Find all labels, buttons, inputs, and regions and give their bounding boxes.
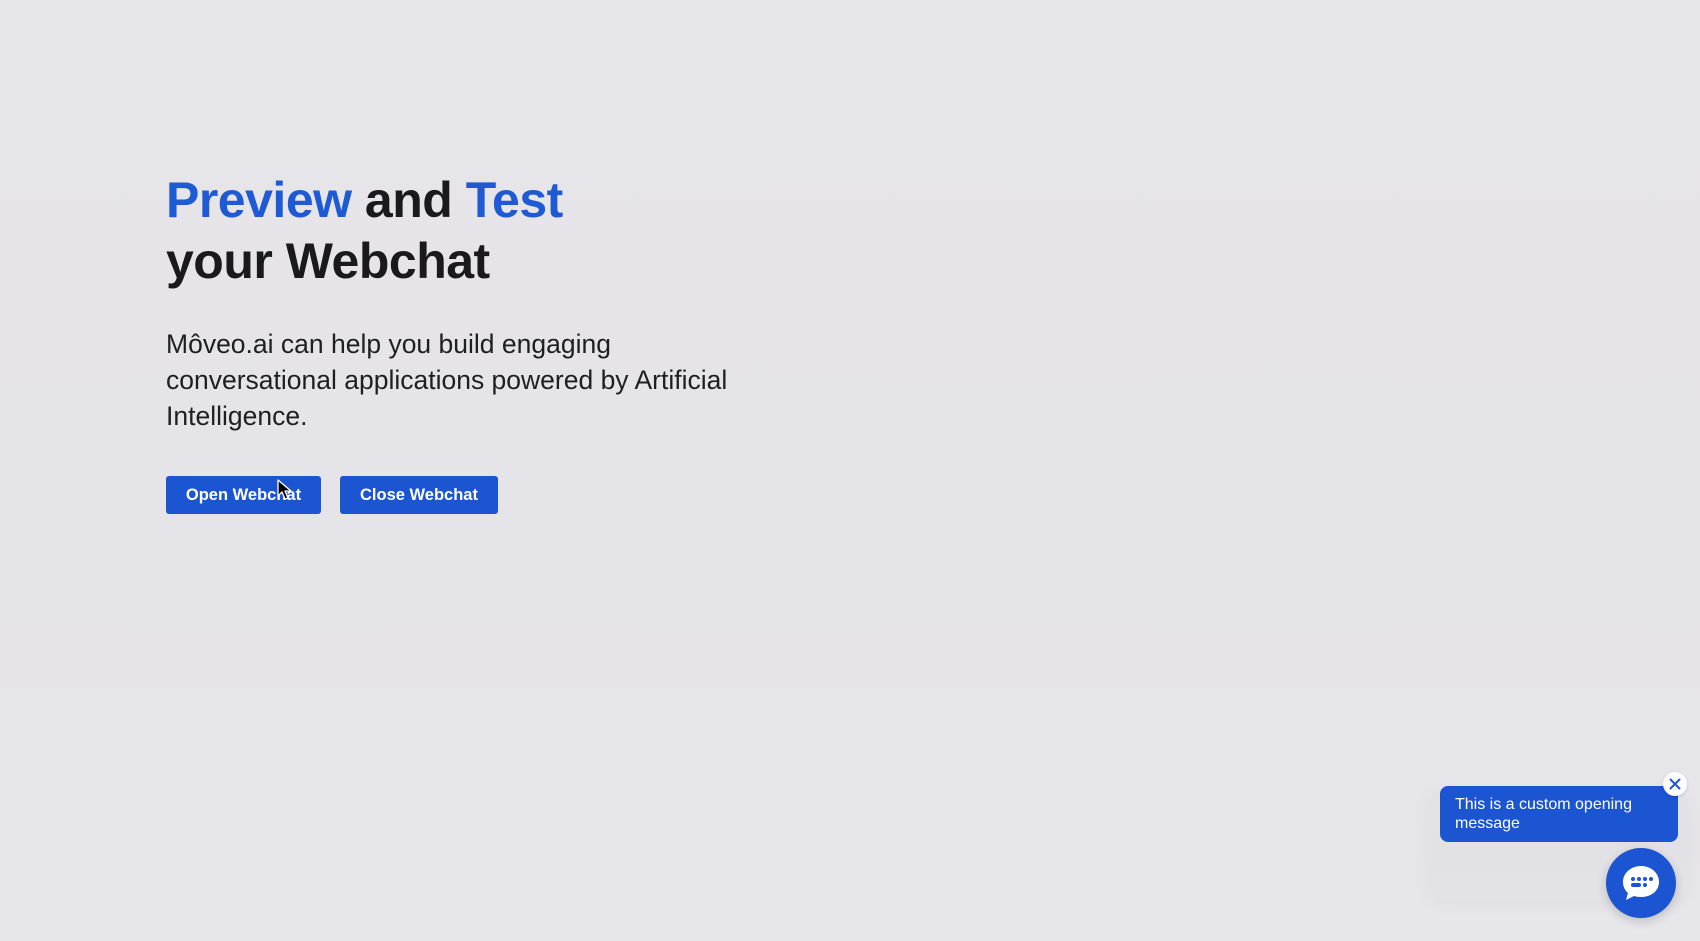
close-icon: [1669, 778, 1681, 790]
webchat-launcher-button[interactable]: [1606, 848, 1676, 918]
close-opening-message-button[interactable]: [1663, 772, 1687, 796]
opening-message-text: This is a custom opening message: [1455, 796, 1632, 832]
close-webchat-button[interactable]: Close Webchat: [340, 476, 498, 514]
page-title: Preview and Test your Webchat: [166, 170, 806, 292]
open-webchat-button[interactable]: Open Webchat: [166, 476, 321, 514]
title-line2: your Webchat: [166, 233, 490, 289]
title-preview: Preview: [166, 172, 352, 228]
opening-message-bubble[interactable]: This is a custom opening message: [1440, 786, 1678, 842]
title-test: Test: [465, 172, 564, 228]
button-group: Open Webchat Close Webchat: [166, 476, 806, 514]
title-and: and: [351, 172, 466, 228]
hero-description: Môveo.ai can help you build engaging con…: [166, 329, 728, 431]
mouse-cursor-icon: [277, 479, 292, 500]
hero-section: Preview and Test your Webchat Môveo.ai c…: [166, 170, 806, 514]
chat-bubble-icon: [1623, 866, 1659, 900]
